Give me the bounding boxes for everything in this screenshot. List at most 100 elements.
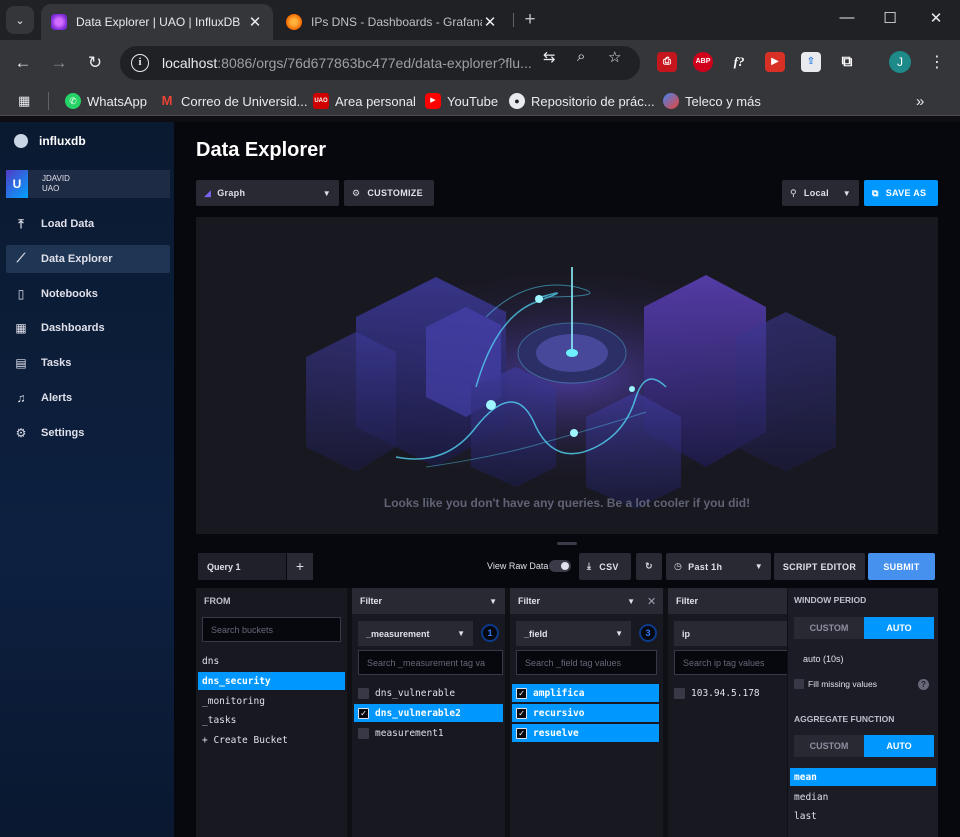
tab-grafana[interactable]: IPs DNS - Dashboards - Grafana ✕ xyxy=(276,4,508,40)
tab-search-button[interactable]: ⌄ xyxy=(6,6,34,34)
sidebar-nav: ⤒ Load Data ⟋ Data Explorer ▯ Notebooks ▦ Da… xyxy=(6,210,170,454)
video-extension-icon[interactable]: ▶ xyxy=(765,52,785,72)
tag-value-search-input[interactable]: Search ip tag values xyxy=(674,650,787,675)
tag-key-dropdown[interactable]: _measurement ▼ xyxy=(358,621,473,646)
bookmark-whatsapp[interactable]: ✆ WhatsApp xyxy=(65,92,147,110)
submit-button[interactable]: SUBMIT xyxy=(868,553,935,580)
sidebar-item-data-explorer[interactable]: ⟋ Data Explorer xyxy=(6,244,170,273)
window-auto-button[interactable]: AUTO xyxy=(864,617,934,639)
apps-grid-icon[interactable]: ▦ xyxy=(18,92,30,110)
filter-function-dropdown[interactable]: Filter▼ xyxy=(510,588,663,614)
tag-value-item[interactable]: dns_vulnerable xyxy=(354,684,503,702)
tag-key-dropdown[interactable]: ip xyxy=(674,621,787,646)
window-custom-button[interactable]: CUSTOM xyxy=(794,617,864,639)
profile-avatar[interactable]: J xyxy=(889,51,911,73)
bookmarks-divider xyxy=(48,92,49,110)
filter-function-dropdown[interactable]: Filter▼ xyxy=(352,588,505,614)
sidebar-item-notebooks[interactable]: ▯ Notebooks xyxy=(6,280,170,308)
fill-missing-checkbox[interactable]: Fill missing values xyxy=(794,679,877,689)
zoom-icon[interactable]: ⌕ xyxy=(577,48,585,65)
bucket-item[interactable]: _monitoring xyxy=(198,692,345,710)
tag-value-item[interactable]: 103.94.5.178 xyxy=(670,684,785,702)
minimize-icon[interactable]: — xyxy=(832,9,862,26)
empty-state-message: Looks like you don't have any queries. B… xyxy=(383,496,751,510)
site-info-icon[interactable]: i xyxy=(131,54,149,72)
tag-value-item-selected[interactable]: ✓ resuelve xyxy=(512,724,659,742)
filter-card-ip: Filter▼ ip Search ip tag values 103.94.5… xyxy=(668,588,787,837)
aggregate-auto-button[interactable]: AUTO xyxy=(864,735,934,757)
close-window-icon[interactable]: ✕ xyxy=(921,9,951,27)
tag-value-item-selected[interactable]: ✓ amplifica xyxy=(512,684,659,702)
tab-data-explorer[interactable]: Data Explorer | UAO | InfluxDB ✕ xyxy=(41,4,273,40)
refresh-button[interactable]: ↻ xyxy=(636,553,662,580)
reload-icon[interactable]: ↻ xyxy=(83,51,107,75)
filter-card-measurement: Filter ▼ _measurement ▼ 1 Search _measurem… xyxy=(352,588,505,837)
csv-download-button[interactable]: ⤓ CSV xyxy=(579,553,631,580)
filter-function-dropdown[interactable]: Filter▼ xyxy=(668,588,787,614)
tag-value-item-selected[interactable]: ✓ dns_vulnerable2 xyxy=(354,704,503,722)
forward-icon[interactable]: → xyxy=(47,51,71,75)
pin-icon: ⚲ xyxy=(790,187,797,198)
bookmark-youtube[interactable]: ▶ YouTube xyxy=(425,92,498,110)
tab-separator xyxy=(513,13,514,27)
bookmark-star-icon[interactable]: ☆ xyxy=(608,48,621,66)
tag-value-search-input[interactable]: Search _measurement tag va xyxy=(358,650,503,675)
maximize-icon[interactable]: ☐ xyxy=(875,9,905,27)
url-text[interactable]: localhost:8086/orgs/76d677863bc477ed/dat… xyxy=(162,55,536,71)
bookmarks-bar: ▦ ✆ WhatsApp M Correo de Universid... UAO A… xyxy=(0,86,960,116)
close-tab-icon[interactable]: ✕ xyxy=(482,13,498,31)
gear-icon: ⚙ xyxy=(15,425,27,440)
sidebar-item-dashboards[interactable]: ▦ Dashboards xyxy=(6,314,170,342)
bucket-item[interactable]: dns xyxy=(198,652,345,670)
influxdb-logo[interactable]: influxdb xyxy=(14,134,86,148)
pdf-extension-icon[interactable]: ⎙ xyxy=(657,52,677,72)
user-org-switcher[interactable]: U JDAVID UAO xyxy=(6,170,170,198)
script-editor-button[interactable]: SCRIPT EDITOR xyxy=(774,553,865,580)
sidebar-item-load-data[interactable]: ⤒ Load Data xyxy=(6,210,170,238)
view-raw-data-label: View Raw Data xyxy=(487,561,549,571)
time-range-dropdown[interactable]: ◷ Past 1h ▼ xyxy=(666,553,771,580)
address-bar[interactable]: i localhost:8086/orgs/76d677863bc477ed/d… xyxy=(120,46,640,80)
bookmark-correo[interactable]: M Correo de Universid... xyxy=(159,92,308,110)
bookmark-teleco[interactable]: Teleco y más xyxy=(663,92,761,110)
adblock-extension-icon[interactable]: ABP xyxy=(693,52,713,72)
back-icon[interactable]: ← xyxy=(11,51,35,75)
bookmark-repositorio[interactable]: ● Repositorio de prác... xyxy=(509,92,655,110)
upload-extension-icon[interactable]: ⇧ xyxy=(801,52,821,72)
aggregate-function-item[interactable]: median xyxy=(790,788,936,806)
help-icon[interactable]: ? xyxy=(918,679,929,690)
bucket-search-input[interactable]: Search buckets xyxy=(202,617,341,642)
tag-key-dropdown[interactable]: _field ▼ xyxy=(516,621,631,646)
panel-resize-handle[interactable] xyxy=(557,542,577,545)
sidebar-item-tasks[interactable]: ▤ Tasks xyxy=(6,349,170,377)
sidebar-item-settings[interactable]: ⚙ Settings xyxy=(6,419,170,447)
timezone-dropdown[interactable]: ⚲ Local ▼ xyxy=(782,180,859,206)
sidebar-item-alerts[interactable]: ♫ Alerts xyxy=(6,384,170,412)
aggregate-custom-button[interactable]: CUSTOM xyxy=(794,735,864,757)
aggregate-function-item-selected[interactable]: mean xyxy=(790,768,936,786)
translate-icon[interactable]: ⇆ xyxy=(543,48,556,66)
browser-menu-icon[interactable]: ⋮ xyxy=(925,51,949,75)
close-tab-icon[interactable]: ✕ xyxy=(247,13,263,31)
create-bucket-link[interactable]: + Create Bucket xyxy=(198,731,345,749)
aggregate-function-item[interactable]: last xyxy=(790,807,936,825)
extensions-puzzle-icon[interactable]: ⧉ xyxy=(837,52,857,72)
formula-extension-icon[interactable]: f? xyxy=(729,52,749,72)
save-as-button[interactable]: ⧉ SAVE AS xyxy=(864,180,938,206)
remove-filter-icon[interactable]: ✕ xyxy=(647,595,656,608)
bucket-item-selected[interactable]: dns_security xyxy=(198,672,345,690)
bookmark-area-personal[interactable]: UAO Area personal xyxy=(313,92,416,110)
tag-value-search-input[interactable]: Search _field tag values xyxy=(516,650,657,675)
new-tab-button[interactable]: + xyxy=(518,8,542,32)
checkbox-checked-icon: ✓ xyxy=(516,707,527,719)
viz-type-dropdown[interactable]: ◢ Graph ▼ xyxy=(196,180,339,206)
tag-value-item[interactable]: measurement1 xyxy=(354,724,503,742)
add-query-button[interactable]: + xyxy=(287,553,313,580)
more-bookmarks-icon[interactable]: » xyxy=(916,92,924,110)
chevron-down-icon: ▼ xyxy=(457,629,465,638)
bucket-item[interactable]: _tasks xyxy=(198,711,345,729)
view-raw-data-toggle[interactable] xyxy=(549,560,571,572)
tag-value-item-selected[interactable]: ✓ recursivo xyxy=(512,704,659,722)
query-tab[interactable]: Query 1 xyxy=(198,553,286,580)
customize-button[interactable]: ⚙ CUSTOMIZE xyxy=(344,180,434,206)
